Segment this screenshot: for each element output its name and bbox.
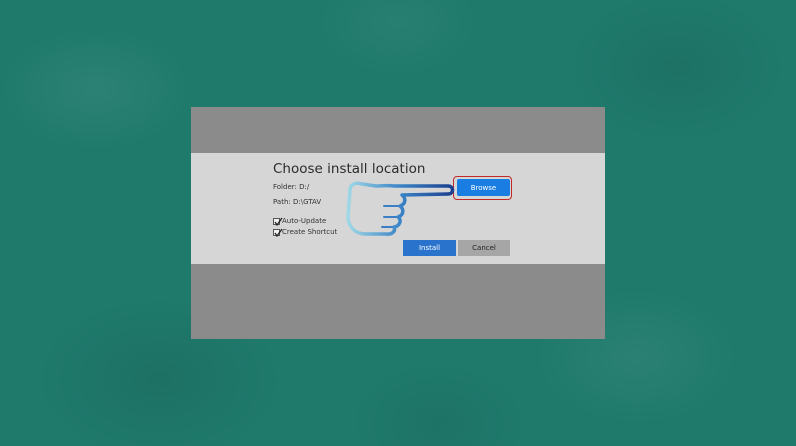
folder-value: D:/: [299, 183, 310, 191]
path-label: Path:: [273, 198, 291, 206]
browse-button[interactable]: Browse: [457, 179, 510, 196]
auto-update-label: Auto-Update: [282, 217, 327, 225]
checkmark-icon: [274, 228, 283, 237]
dialog-title: Choose install location: [273, 161, 426, 177]
pointing-hand-icon: [346, 181, 455, 236]
auto-update-checkbox[interactable]: [273, 217, 283, 226]
path-info: Path: D:\GTAV: [273, 198, 321, 206]
checkmark-icon: [274, 217, 283, 226]
create-shortcut-checkbox[interactable]: [273, 228, 283, 237]
path-value: D:\GTAV: [292, 198, 322, 206]
folder-label: Folder:: [273, 183, 297, 191]
folder-info: Folder: D:/: [273, 183, 309, 191]
create-shortcut-label: Create Shortcut: [282, 228, 338, 236]
cancel-button[interactable]: Cancel: [458, 240, 510, 256]
install-button[interactable]: Install: [403, 240, 456, 256]
auto-update-option[interactable]: Auto-Update: [273, 217, 327, 226]
create-shortcut-option[interactable]: Create Shortcut: [273, 228, 338, 237]
